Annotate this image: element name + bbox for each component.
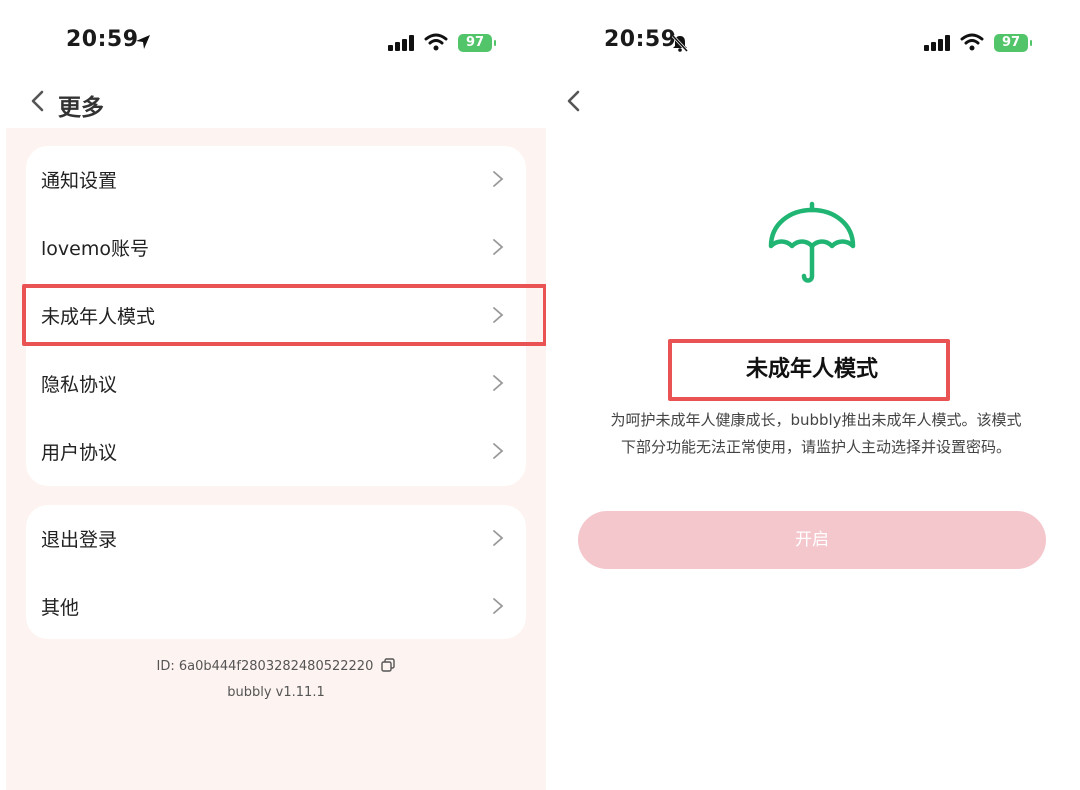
more-settings-screen: 20:59 97 更多 通知设置 lovemo账号 未成年人模式 隐私协议 用户…	[6, 0, 546, 790]
location-arrow-icon	[136, 35, 150, 49]
wifi-icon	[960, 33, 984, 51]
umbrella-icon	[768, 201, 856, 283]
enable-button[interactable]: 开启	[578, 511, 1046, 569]
bell-muted-icon	[671, 34, 689, 53]
settings-item-privacy-policy[interactable]: 隐私协议	[26, 350, 526, 418]
status-bar: 20:59 97	[6, 0, 546, 80]
back-chevron-icon[interactable]	[562, 88, 588, 114]
settings-group-account: 退出登录 其他	[26, 505, 526, 639]
description-line-1: 为呵护未成年人健康成长，bubbly推出未成年人模式。该模式	[610, 411, 1022, 429]
settings-item-notifications[interactable]: 通知设置	[26, 146, 526, 214]
settings-item-logout[interactable]: 退出登录	[26, 505, 526, 573]
settings-item-minor-mode[interactable]: 未成年人模式	[26, 282, 526, 350]
cellular-signal-icon	[388, 35, 414, 51]
page-title: 未成年人模式	[745, 357, 878, 382]
app-version: bubbly v1.11.1	[227, 685, 325, 700]
copy-icon[interactable]	[381, 658, 396, 672]
status-time: 20:59	[604, 27, 677, 52]
settings-item-label: lovemo账号	[41, 238, 149, 260]
minor-mode-screen: 20:59 97 未成年人模式 为呵护未成年人健康成长，bubbly推出未成年人…	[552, 0, 1080, 790]
settings-group-main: 通知设置 lovemo账号 未成年人模式 隐私协议 用户协议	[26, 146, 526, 486]
settings-item-label: 隐私协议	[41, 374, 118, 396]
settings-item-label: 其他	[41, 597, 80, 619]
chevron-right-icon	[493, 239, 504, 255]
user-id-text: ID: 6a0b444f2803282480522220	[156, 659, 374, 674]
cellular-signal-icon	[924, 35, 950, 51]
battery-icon: 97	[458, 34, 496, 52]
battery-icon: 97	[994, 34, 1032, 52]
settings-item-lovemo-account[interactable]: lovemo账号	[26, 214, 526, 282]
settings-item-label: 退出登录	[41, 529, 118, 551]
settings-item-label: 用户协议	[41, 442, 118, 464]
back-chevron-icon[interactable]	[26, 88, 52, 114]
chevron-right-icon	[493, 307, 504, 323]
chevron-right-icon	[493, 530, 504, 546]
status-time: 20:59	[66, 27, 139, 52]
settings-item-user-agreement[interactable]: 用户协议	[26, 418, 526, 486]
settings-item-label: 未成年人模式	[41, 306, 156, 328]
user-id-row: ID: 6a0b444f2803282480522220	[6, 658, 546, 674]
chevron-right-icon	[493, 375, 504, 391]
chevron-right-icon	[493, 598, 504, 614]
chevron-right-icon	[493, 443, 504, 459]
wifi-icon	[424, 33, 448, 51]
page-title: 更多	[58, 95, 104, 121]
status-bar: 20:59 97	[552, 0, 1080, 80]
chevron-right-icon	[493, 171, 504, 187]
nav-bar: 更多	[6, 80, 546, 128]
settings-item-other[interactable]: 其他	[26, 573, 526, 641]
settings-item-label: 通知设置	[41, 170, 118, 192]
description-line-2: 下部分功能无法正常使用，请监护人主动选择并设置密码。	[620, 438, 1011, 456]
